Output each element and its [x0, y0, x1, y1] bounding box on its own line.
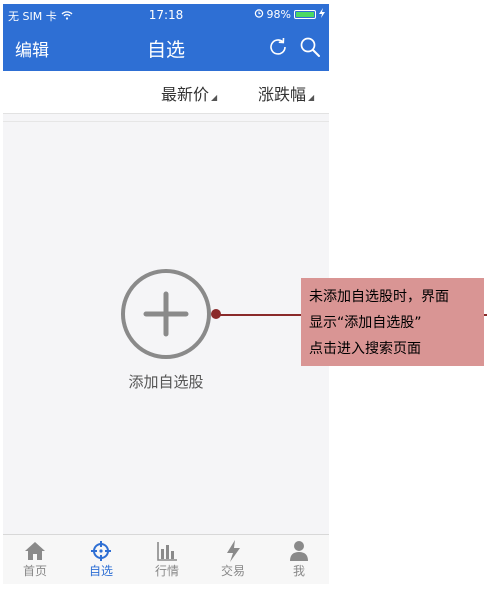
sort-triangle-icon: ◢: [308, 93, 315, 102]
tab-label: 行情: [154, 564, 179, 578]
status-right: 98%: [254, 8, 325, 21]
charging-icon: [319, 8, 325, 21]
nav-bar: 编辑 自选: [3, 26, 329, 71]
tab-bar: 首页 自选 行情 交易 我: [3, 534, 329, 584]
app-header: 无 SIM 卡 17:18 98% 编辑 自选: [3, 4, 329, 71]
refresh-icon[interactable]: [267, 36, 289, 62]
annotation-line: 未添加自选股时，界面: [309, 289, 449, 305]
sort-change-header[interactable]: 涨跌幅 ◢: [258, 81, 314, 105]
annotation-callout: 未添加自选股时，界面 显示“添加自选股” 点击进入搜索页面: [301, 278, 484, 366]
tab-home[interactable]: 首页: [10, 540, 60, 579]
home-icon: [10, 540, 60, 562]
battery-icon: [294, 10, 316, 19]
sort-triangle-icon: ◢: [211, 93, 218, 102]
divider: [3, 121, 329, 122]
callout-connector: [213, 314, 308, 316]
callout-dot: [211, 309, 221, 319]
sort-bar: 最新价 ◢ 涨跌幅 ◢: [3, 71, 329, 114]
tab-watchlist[interactable]: 自选: [76, 540, 126, 579]
sort-price-header[interactable]: 最新价 ◢: [161, 81, 217, 105]
tab-label: 自选: [88, 564, 113, 578]
nav-actions: [267, 36, 321, 62]
battery-percent: 98%: [266, 8, 291, 21]
add-stock-label[interactable]: 添加自选股: [3, 371, 329, 392]
phone-screen: 无 SIM 卡 17:18 98% 编辑 自选 最新价 ◢ 涨跌幅 ◢ 添加自选…: [3, 4, 329, 584]
tab-market[interactable]: 行情: [142, 540, 192, 579]
lightning-icon: [208, 540, 258, 562]
alarm-icon: [254, 8, 264, 21]
status-bar: 无 SIM 卡 17:18 98%: [3, 4, 329, 26]
annotation-line: 显示“添加自选股”: [309, 315, 422, 331]
tab-label: 首页: [22, 564, 47, 578]
search-icon[interactable]: [299, 36, 321, 62]
sort-price-label: 最新价: [161, 85, 210, 104]
annotation-line: 点击进入搜索页面: [309, 341, 421, 357]
user-icon: [274, 540, 324, 562]
battery-fill: [296, 12, 314, 17]
tab-label: 我: [292, 564, 305, 578]
tab-trade[interactable]: 交易: [208, 540, 258, 579]
add-stock-button[interactable]: [120, 268, 212, 360]
crosshair-icon: [76, 540, 126, 562]
tab-label: 交易: [220, 564, 245, 578]
tab-me[interactable]: 我: [274, 540, 324, 579]
sort-change-label: 涨跌幅: [258, 85, 307, 104]
bar-chart-icon: [142, 540, 192, 562]
plus-circle-icon: [121, 269, 211, 359]
